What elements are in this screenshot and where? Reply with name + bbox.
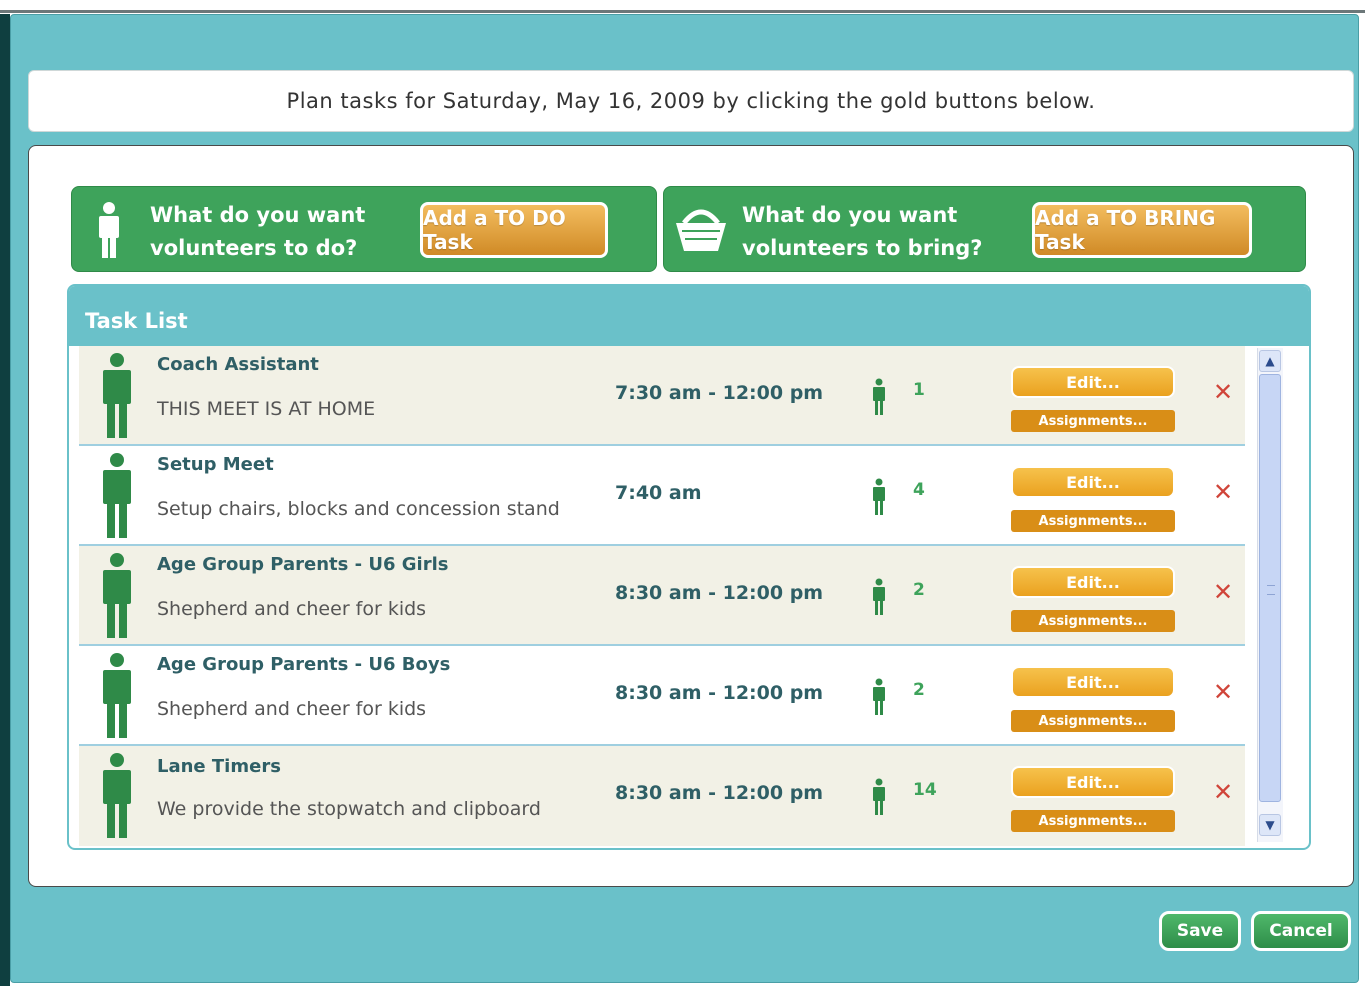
task-description: THIS MEET IS AT HOME: [157, 398, 376, 420]
edit-button[interactable]: Edit...: [1011, 466, 1175, 498]
edit-button[interactable]: Edit...: [1011, 366, 1175, 398]
add-todo-task-button[interactable]: Add a TO DO Task: [420, 202, 608, 258]
volunteer-icon: [871, 378, 887, 420]
todo-question: What do you want volunteers to do?: [150, 199, 365, 265]
task-time: 8:30 am - 12:00 pm: [615, 782, 824, 804]
volunteer-icon: [871, 578, 887, 620]
grip-icon: [1267, 585, 1275, 595]
person-icon: [99, 452, 135, 544]
scroll-up-icon[interactable]: ▲: [1259, 350, 1281, 372]
task-row: Coach Assistant THIS MEET IS AT HOME 7:3…: [79, 346, 1245, 446]
task-title: Age Group Parents - U6 Boys: [157, 654, 451, 675]
assignments-button[interactable]: Assignments...: [1011, 610, 1175, 632]
assignments-button[interactable]: Assignments...: [1011, 410, 1175, 432]
instruction-banner: Plan tasks for Saturday, May 16, 2009 by…: [28, 70, 1354, 132]
basket-icon: [672, 199, 730, 261]
edit-button[interactable]: Edit...: [1011, 666, 1175, 698]
delete-icon[interactable]: ✕: [1213, 578, 1233, 606]
todo-question-line2: volunteers to do?: [150, 236, 358, 260]
task-time: 8:30 am - 12:00 pm: [615, 682, 824, 704]
edit-button[interactable]: Edit...: [1011, 766, 1175, 798]
scroll-thumb[interactable]: [1259, 374, 1281, 802]
person-icon: [94, 201, 124, 263]
top-line: [0, 10, 1365, 13]
task-description: We provide the stopwatch and clipboard: [157, 798, 541, 820]
task-row: Age Group Parents - U6 Girls Shepherd an…: [79, 546, 1245, 646]
todo-box: What do you want volunteers to do? Add a…: [71, 186, 657, 272]
bring-box: What do you want volunteers to bring? Ad…: [663, 186, 1306, 272]
bring-question-line1: What do you want: [742, 203, 958, 227]
task-time: 7:40 am: [615, 482, 702, 504]
delete-icon[interactable]: ✕: [1213, 378, 1233, 406]
volunteer-count: 2: [913, 580, 925, 600]
task-title: Lane Timers: [157, 756, 281, 777]
instruction-text: Plan tasks for Saturday, May 16, 2009 by…: [286, 89, 1096, 113]
assignments-button[interactable]: Assignments...: [1011, 810, 1175, 832]
delete-icon[interactable]: ✕: [1213, 678, 1233, 706]
volunteer-count: 1: [913, 380, 925, 400]
person-icon: [99, 752, 135, 844]
volunteer-count: 14: [913, 780, 937, 800]
assignments-button[interactable]: Assignments...: [1011, 710, 1175, 732]
bring-question-line2: volunteers to bring?: [742, 236, 983, 260]
task-row: Age Group Parents - U6 Boys Shepherd and…: [79, 646, 1245, 746]
task-description: Shepherd and cheer for kids: [157, 598, 427, 620]
top-strip: [0, 0, 1365, 14]
volunteer-icon: [871, 778, 887, 820]
volunteer-count: 2: [913, 680, 925, 700]
task-row: Setup Meet Setup chairs, blocks and conc…: [79, 446, 1245, 546]
scroll-down-icon[interactable]: ▼: [1259, 814, 1281, 836]
person-icon: [99, 352, 135, 444]
task-title: Age Group Parents - U6 Girls: [157, 554, 449, 575]
task-description: Setup chairs, blocks and concession stan…: [157, 498, 560, 520]
save-button[interactable]: Save: [1159, 911, 1241, 951]
add-bring-task-button[interactable]: Add a TO BRING Task: [1032, 202, 1252, 258]
assignments-button[interactable]: Assignments...: [1011, 510, 1175, 532]
delete-icon[interactable]: ✕: [1213, 478, 1233, 506]
task-list-scrollbar[interactable]: ▲ ▼: [1257, 348, 1283, 842]
task-list-title: Task List: [69, 286, 1309, 346]
volunteer-icon: [871, 678, 887, 720]
todo-question-line1: What do you want: [150, 203, 366, 227]
person-icon: [99, 552, 135, 644]
volunteer-icon: [871, 478, 887, 520]
task-row: Lane Timers We provide the stopwatch and…: [79, 746, 1245, 846]
cancel-button[interactable]: Cancel: [1251, 911, 1351, 951]
task-time: 7:30 am - 12:00 pm: [615, 382, 824, 404]
task-title: Coach Assistant: [157, 354, 319, 375]
left-edge: [0, 14, 10, 986]
volunteer-count: 4: [913, 480, 925, 500]
person-icon: [99, 652, 135, 744]
main-panel: What do you want volunteers to do? Add a…: [28, 145, 1354, 887]
delete-icon[interactable]: ✕: [1213, 778, 1233, 806]
edit-button[interactable]: Edit...: [1011, 566, 1175, 598]
task-time: 8:30 am - 12:00 pm: [615, 582, 824, 604]
bring-question: What do you want volunteers to bring?: [742, 199, 982, 265]
task-description: Shepherd and cheer for kids: [157, 698, 427, 720]
task-title: Setup Meet: [157, 454, 274, 475]
task-list: Task List Coach Assistant THIS MEET IS A…: [67, 284, 1311, 850]
